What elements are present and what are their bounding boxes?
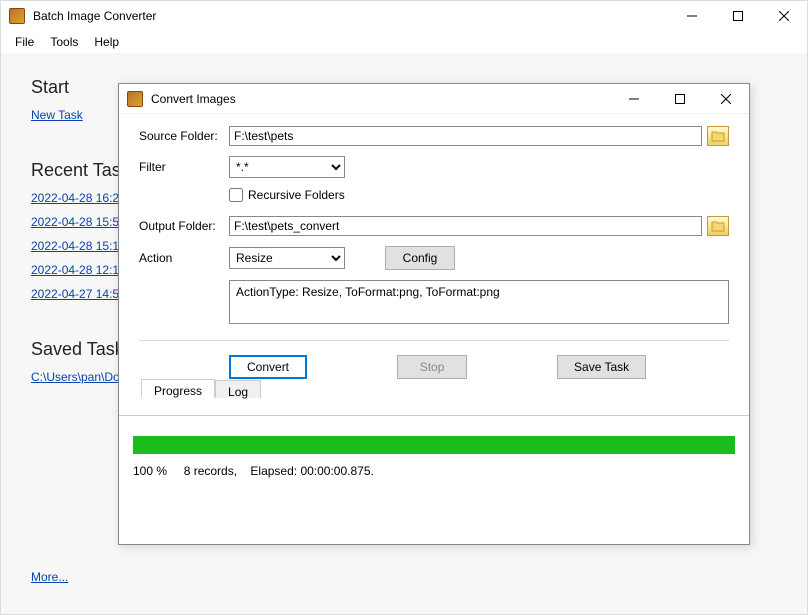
- dialog-minimize-button[interactable]: [611, 84, 657, 114]
- app-title: Batch Image Converter: [33, 9, 669, 23]
- app-icon: [9, 8, 25, 24]
- filter-label: Filter: [139, 160, 229, 174]
- menubar: File Tools Help: [1, 31, 807, 53]
- close-button[interactable]: [761, 1, 807, 31]
- browse-source-button[interactable]: [707, 126, 729, 146]
- folder-icon: [711, 220, 725, 232]
- dialog-close-button[interactable]: [703, 84, 749, 114]
- convert-button[interactable]: Convert: [229, 355, 307, 379]
- browse-output-button[interactable]: [707, 216, 729, 236]
- output-label: Output Folder:: [139, 219, 229, 233]
- dialog-maximize-button[interactable]: [657, 84, 703, 114]
- stop-button[interactable]: Stop: [397, 355, 467, 379]
- more-link[interactable]: More...: [31, 570, 68, 584]
- tab-progress[interactable]: Progress: [141, 379, 215, 397]
- folder-icon: [711, 130, 725, 142]
- dialog-title: Convert Images: [151, 92, 611, 106]
- menu-help[interactable]: Help: [86, 33, 127, 51]
- source-folder-input[interactable]: [229, 126, 702, 146]
- source-label: Source Folder:: [139, 129, 229, 143]
- action-label: Action: [139, 251, 229, 265]
- menu-tools[interactable]: Tools: [42, 33, 86, 51]
- convert-dialog: Convert Images Source Folder: Filter *.*…: [118, 83, 750, 545]
- minimize-button[interactable]: [669, 1, 715, 31]
- dialog-icon: [127, 91, 143, 107]
- window-controls: [669, 1, 807, 31]
- action-combo[interactable]: Resize: [229, 247, 345, 269]
- action-summary: ActionType: Resize, ToFormat:png, ToForm…: [229, 280, 729, 324]
- recursive-checkbox[interactable]: [229, 188, 243, 202]
- separator: [139, 340, 729, 341]
- progress-panel: 100 % 8 records, Elapsed: 00:00:00.875.: [119, 416, 749, 484]
- config-button[interactable]: Config: [385, 246, 455, 270]
- maximize-button[interactable]: [715, 1, 761, 31]
- dialog-titlebar: Convert Images: [119, 84, 749, 114]
- main-titlebar: Batch Image Converter: [1, 1, 807, 31]
- tab-log[interactable]: Log: [215, 380, 261, 398]
- progress-status: 100 % 8 records, Elapsed: 00:00:00.875.: [133, 464, 735, 478]
- menu-file[interactable]: File: [7, 33, 42, 51]
- output-folder-input[interactable]: [229, 216, 702, 236]
- filter-combo[interactable]: *.*: [229, 156, 345, 178]
- save-task-button[interactable]: Save Task: [557, 355, 646, 379]
- progress-bar: [133, 436, 735, 454]
- recursive-label: Recursive Folders: [248, 188, 345, 202]
